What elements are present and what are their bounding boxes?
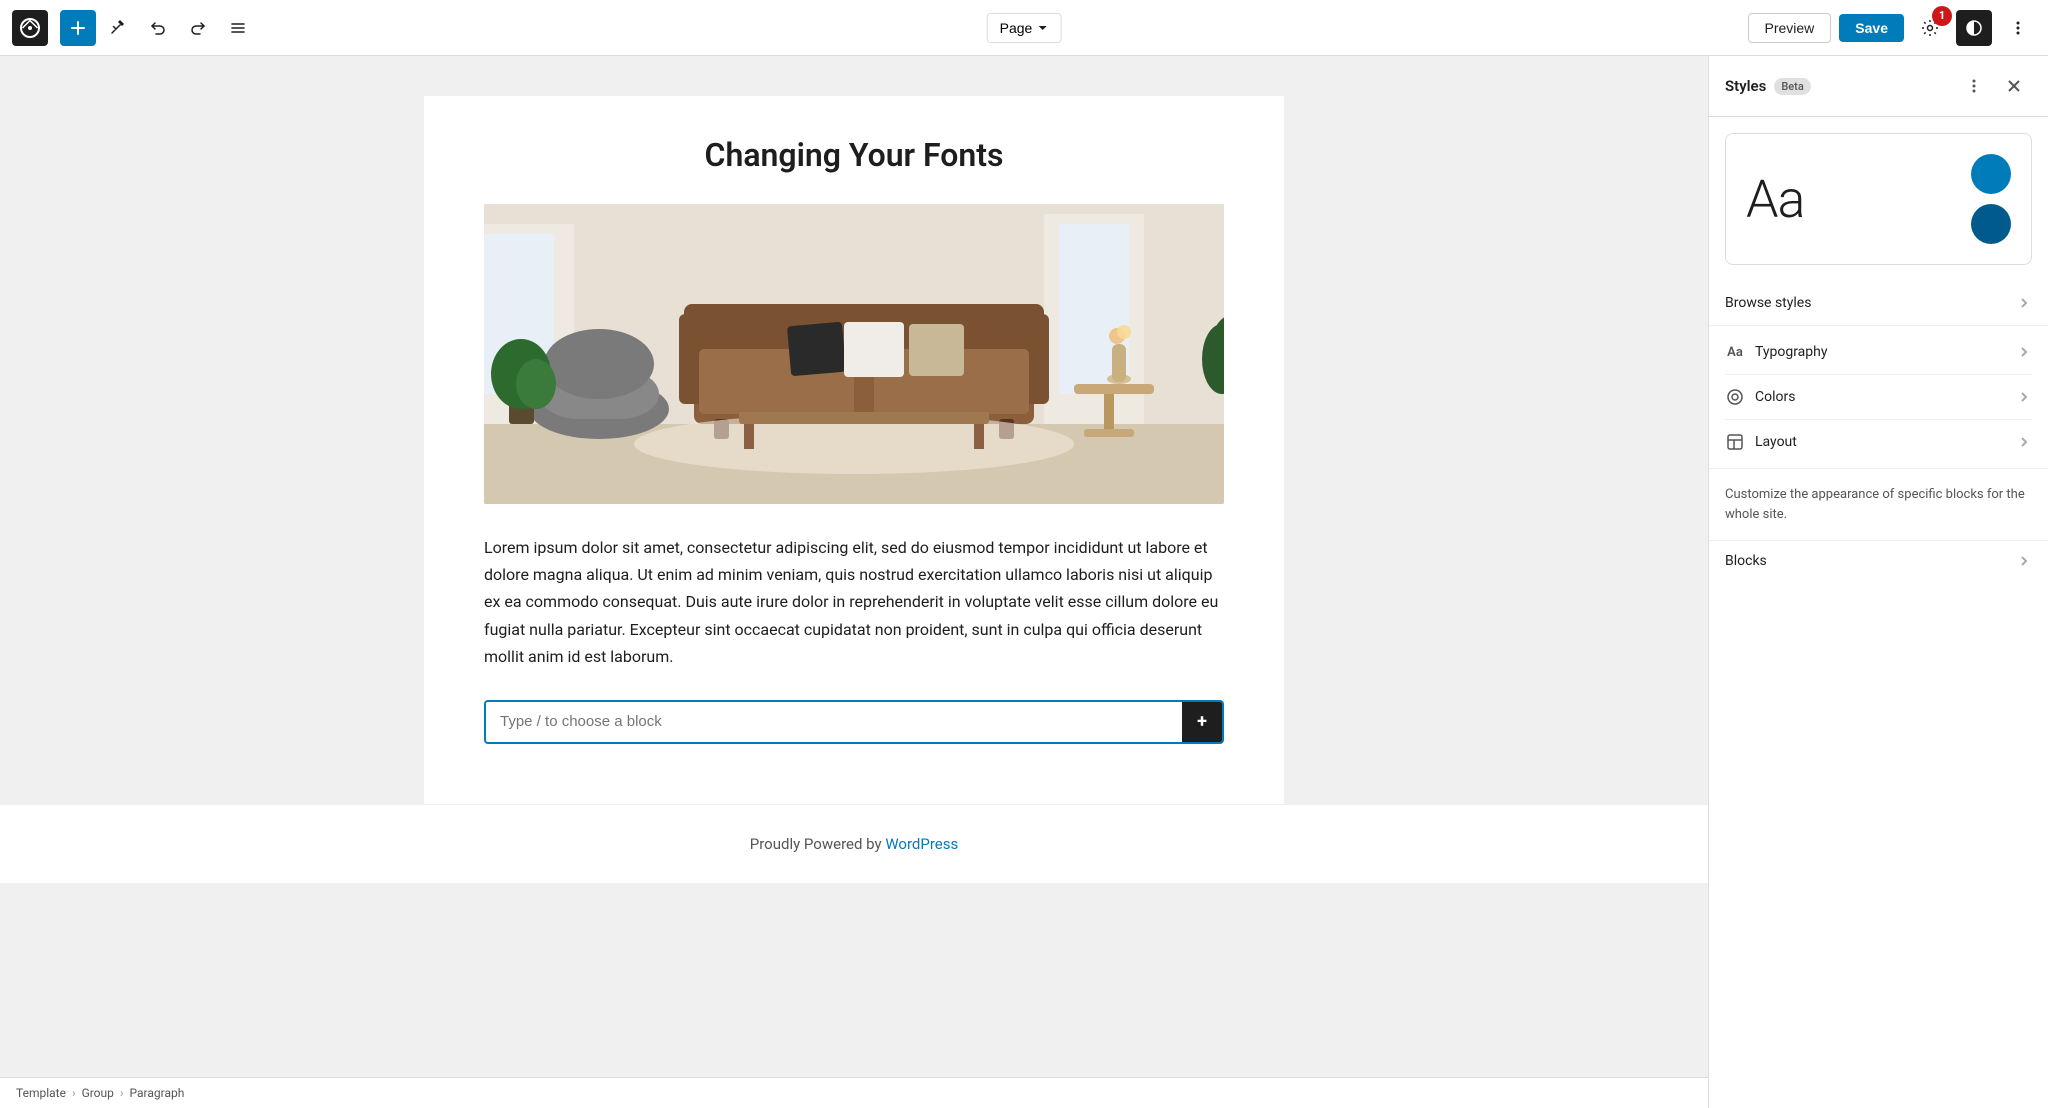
page-selector-label: Page xyxy=(1000,20,1033,36)
layout-menu-item[interactable]: Layout xyxy=(1725,420,2032,464)
more-options-button[interactable] xyxy=(2000,10,2036,46)
featured-image xyxy=(484,204,1224,504)
panel-header: Styles Beta xyxy=(1709,56,2048,117)
customize-text: Customize the appearance of specific blo… xyxy=(1725,485,2032,524)
colors-menu-item-left: Colors xyxy=(1725,387,1795,407)
preview-button[interactable]: Preview xyxy=(1748,13,1832,43)
editor-canvas: Changing Your Fonts xyxy=(424,96,1284,804)
undo-button[interactable] xyxy=(140,10,176,46)
typography-arrow-icon xyxy=(2016,344,2032,360)
breadcrumb-sep-1: › xyxy=(72,1086,76,1100)
toolbar-right: Preview Save 1 xyxy=(1748,10,2037,46)
page-selector-button[interactable]: Page xyxy=(987,13,1062,43)
colors-icon xyxy=(1725,387,1745,407)
typography-menu-item-left: Aa Typography xyxy=(1725,342,1827,362)
customize-section: Customize the appearance of specific blo… xyxy=(1709,468,2048,540)
typography-menu-item[interactable]: Aa Typography xyxy=(1725,330,2032,375)
redo-button[interactable] xyxy=(180,10,216,46)
browse-styles-arrow-icon xyxy=(2016,295,2032,311)
breadcrumb-template[interactable]: Template xyxy=(16,1086,66,1100)
toolbar: Page Preview Save 1 xyxy=(0,0,2048,56)
layout-arrow-icon xyxy=(2016,434,2032,450)
layout-menu-item-left: Layout xyxy=(1725,432,1797,452)
browse-styles-button[interactable]: Browse styles xyxy=(1709,281,2048,326)
colors-menu-item[interactable]: Colors xyxy=(1725,375,2032,420)
browse-styles-label: Browse styles xyxy=(1725,295,1811,311)
editor-area: Changing Your Fonts xyxy=(0,56,1708,1108)
theme-toggle-button[interactable] xyxy=(1956,10,1992,46)
list-view-button[interactable] xyxy=(220,10,256,46)
breadcrumb-sep-2: › xyxy=(120,1086,124,1100)
preview-circles xyxy=(1971,154,2011,244)
panel-header-actions xyxy=(1956,68,2032,104)
toolbar-left xyxy=(12,10,256,46)
page-title: Changing Your Fonts xyxy=(484,136,1224,174)
styles-panel: Styles Beta Aa Browse styles xyxy=(1708,56,2048,1108)
preview-circle-2 xyxy=(1971,204,2011,244)
beta-badge: Beta xyxy=(1774,78,1810,95)
typography-label: Typography xyxy=(1755,344,1827,360)
panel-menu: Aa Typography Colors xyxy=(1709,326,2048,468)
blocks-label: Blocks xyxy=(1725,553,1767,569)
panel-close-button[interactable] xyxy=(1996,68,2032,104)
wp-logo-icon[interactable] xyxy=(12,10,48,46)
breadcrumb-paragraph[interactable]: Paragraph xyxy=(130,1086,185,1100)
footer-link[interactable]: WordPress xyxy=(885,835,958,853)
footer-area: Proudly Powered by WordPress xyxy=(0,804,1708,883)
layout-icon xyxy=(1725,432,1745,452)
layout-label: Layout xyxy=(1755,434,1797,450)
footer-text: Proudly Powered by xyxy=(750,835,886,853)
add-block-button[interactable] xyxy=(60,10,96,46)
block-type-input[interactable] xyxy=(486,703,1182,740)
colors-label: Colors xyxy=(1755,389,1795,405)
panel-more-button[interactable] xyxy=(1956,68,1992,104)
style-preview: Aa xyxy=(1725,133,2032,265)
breadcrumb: Template › Group › Paragraph xyxy=(0,1077,1708,1108)
main-layout: Changing Your Fonts xyxy=(0,56,2048,1108)
preview-circle-1 xyxy=(1971,154,2011,194)
typography-icon: Aa xyxy=(1725,342,1745,362)
blocks-button[interactable]: Blocks xyxy=(1709,540,2048,581)
colors-arrow-icon xyxy=(2016,389,2032,405)
block-input-container[interactable]: + xyxy=(484,700,1224,744)
panel-title: Styles xyxy=(1725,77,1766,95)
notification-badge: 1 xyxy=(1912,10,1948,46)
body-text: Lorem ipsum dolor sit amet, consectetur … xyxy=(484,534,1224,670)
notification-count: 1 xyxy=(1932,6,1952,26)
tools-button[interactable] xyxy=(100,10,136,46)
toolbar-center: Page xyxy=(987,13,1062,43)
save-button[interactable]: Save xyxy=(1839,14,1904,42)
preview-aa-text: Aa xyxy=(1746,169,1804,230)
blocks-arrow-icon xyxy=(2016,553,2032,569)
breadcrumb-group[interactable]: Group xyxy=(82,1086,114,1100)
add-block-inline-button[interactable]: + xyxy=(1182,702,1222,742)
